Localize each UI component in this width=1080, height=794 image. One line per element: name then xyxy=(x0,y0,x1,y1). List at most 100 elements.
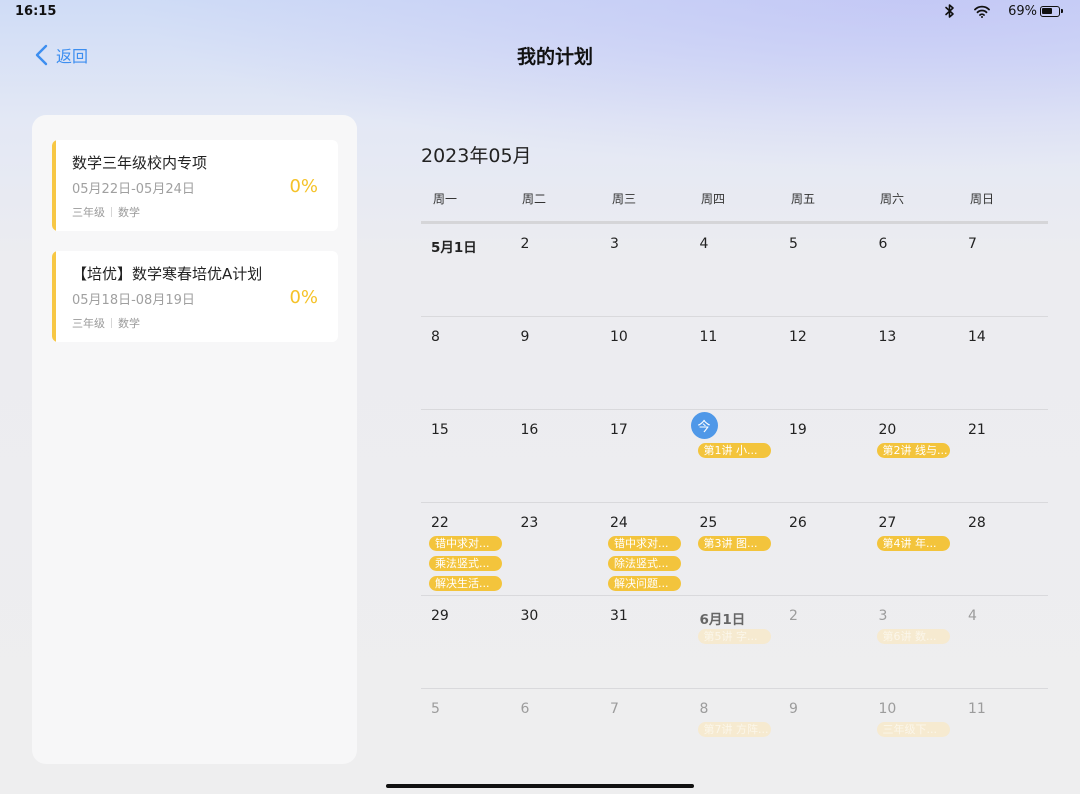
calendar-day-cell[interactable]: 20 第2讲 线与... xyxy=(869,410,959,503)
calendar-day-cell[interactable]: 5 xyxy=(421,689,511,782)
calendar-day-cell[interactable]: 15 xyxy=(421,410,511,503)
event-chip[interactable]: 第2讲 线与... xyxy=(876,443,950,458)
day-number: 7 xyxy=(610,701,619,717)
calendar-day-cell[interactable]: 14 xyxy=(958,317,1048,410)
event-chip[interactable]: 第4讲 年... xyxy=(876,536,950,551)
calendar-day-cell[interactable]: 2 xyxy=(511,224,601,317)
calendar-day-cell[interactable]: 24 错中求对... 除法竖式... 解决问题... xyxy=(600,503,690,596)
plan-card[interactable]: 【培优】数学寒春培优A计划 05月18日-08月19日 三年级 数学 0% xyxy=(52,251,338,342)
tag-divider xyxy=(111,318,112,328)
calendar-day-cell[interactable]: 21 xyxy=(958,410,1048,503)
weekday-label: 周五 xyxy=(791,192,816,206)
calendar-day-cell[interactable]: 今第1讲 小... xyxy=(690,410,780,503)
day-number: 6 xyxy=(520,701,530,717)
day-number: 7 xyxy=(968,236,977,252)
today-badge: 今 xyxy=(690,412,718,439)
event-chip[interactable]: 错中求对... xyxy=(429,536,502,551)
calendar-day-cell[interactable]: 12 xyxy=(779,317,869,410)
battery-icon xyxy=(1040,5,1063,17)
event-chip[interactable]: 乘法竖式... xyxy=(429,556,502,571)
plan-date-range: 05月22日-05月24日 xyxy=(72,182,195,197)
plan-grade-tag: 三年级 xyxy=(72,206,105,219)
calendar-day-cell[interactable]: 6月1日 第5讲 字... xyxy=(690,596,780,689)
plan-date-range: 05月18日-08月19日 xyxy=(72,293,195,308)
day-number: 9 xyxy=(789,701,798,717)
battery-fill xyxy=(1042,7,1052,14)
day-number: 24 xyxy=(610,515,628,531)
calendar-week-row: 29 30 31 6月1日 第5讲 字... 2 3 第6讲 数... 4 xyxy=(421,596,1048,689)
calendar-day-cell[interactable]: 3 第6讲 数... xyxy=(869,596,959,689)
calendar-day-cell[interactable]: 4 xyxy=(690,224,780,317)
event-chip[interactable]: 解决生活... xyxy=(429,576,502,591)
plan-card[interactable]: 数学三年级校内专项 05月22日-05月24日 三年级 数学 0% xyxy=(52,140,338,231)
day-number: 6 xyxy=(878,236,888,252)
day-number: 16 xyxy=(520,422,539,438)
bluetooth-icon xyxy=(945,4,954,18)
day-number: 3 xyxy=(610,236,619,252)
calendar-day-cell[interactable]: 27 第4讲 年... xyxy=(869,503,959,596)
weekday-label: 周日 xyxy=(970,192,995,206)
calendar-week-row: 5 6 7 8 第7讲 方阵... 9 10 三年级下... 11 xyxy=(421,689,1048,782)
day-number: 4 xyxy=(699,236,709,252)
calendar-day-cell[interactable]: 8 第7讲 方阵... xyxy=(690,689,780,782)
calendar-day-cell[interactable]: 5月1日 xyxy=(421,224,511,317)
calendar-day-cell[interactable]: 7 xyxy=(958,224,1048,317)
plan-subject-tag: 数学 xyxy=(118,206,140,219)
calendar-day-cell[interactable]: 5 xyxy=(779,224,869,317)
day-number: 8 xyxy=(699,701,709,717)
day-number: 13 xyxy=(878,329,897,345)
day-number: 2 xyxy=(520,236,530,252)
calendar-day-cell[interactable]: 23 xyxy=(511,503,601,596)
calendar-day-cell[interactable]: 16 xyxy=(511,410,601,503)
day-number: 8 xyxy=(431,329,440,345)
day-number: 9 xyxy=(520,329,530,345)
day-number: 11 xyxy=(968,701,986,717)
calendar-day-cell[interactable]: 9 xyxy=(511,317,601,410)
calendar-day-cell[interactable]: 10 xyxy=(600,317,690,410)
calendar-day-cell[interactable]: 28 xyxy=(958,503,1048,596)
plan-title: 【培优】数学寒春培优A计划 xyxy=(72,265,263,283)
calendar-day-cell[interactable]: 4 xyxy=(958,596,1048,689)
event-chip[interactable]: 解决问题... xyxy=(608,576,681,591)
calendar-day-cell[interactable]: 6 xyxy=(511,689,601,782)
day-number: 26 xyxy=(789,515,807,531)
plan-tags: 三年级 数学 xyxy=(72,315,140,331)
home-indicator[interactable] xyxy=(386,784,694,788)
calendar-day-cell[interactable]: 30 xyxy=(511,596,601,689)
day-number: 23 xyxy=(520,515,539,531)
calendar-day-cell[interactable]: 29 xyxy=(421,596,511,689)
calendar-day-cell[interactable]: 7 xyxy=(600,689,690,782)
event-chip[interactable]: 第1讲 小... xyxy=(697,443,771,458)
calendar-day-cell[interactable]: 31 xyxy=(600,596,690,689)
calendar-day-cell[interactable]: 25 第3讲 图... xyxy=(690,503,780,596)
day-number: 3 xyxy=(878,608,888,624)
day-number: 2 xyxy=(789,608,798,624)
plan-subject-tag: 数学 xyxy=(118,317,140,330)
plan-title: 数学三年级校内专项 xyxy=(72,154,208,172)
calendar-day-cell[interactable]: 6 xyxy=(869,224,959,317)
event-chip-upcoming[interactable]: 三年级下... xyxy=(876,722,950,737)
day-number: 21 xyxy=(968,422,986,438)
plan-progress: 0% xyxy=(289,287,318,308)
calendar-day-cell[interactable]: 8 xyxy=(421,317,511,410)
calendar-day-cell[interactable]: 9 xyxy=(779,689,869,782)
event-chip[interactable]: 第3讲 图... xyxy=(697,536,771,551)
event-chip-upcoming[interactable]: 第6讲 数... xyxy=(876,629,950,644)
calendar-day-cell[interactable]: 13 xyxy=(869,317,959,410)
calendar-day-cell[interactable]: 26 xyxy=(779,503,869,596)
calendar-day-cell[interactable]: 19 xyxy=(779,410,869,503)
calendar-grid: 5月1日 2 3 4 5 6 7 8 9 10 11 12 13 14 15 16 17 今第1讲 小... 19 2… xyxy=(421,224,1048,744)
day-number: 19 xyxy=(789,422,807,438)
day-number: 5月1日 xyxy=(431,240,477,256)
calendar-day-cell[interactable]: 11 xyxy=(690,317,780,410)
event-chip-upcoming[interactable]: 第7讲 方阵... xyxy=(697,722,771,737)
calendar-day-cell[interactable]: 22 错中求对... 乘法竖式... 解决生活... xyxy=(421,503,511,596)
calendar-day-cell[interactable]: 10 三年级下... xyxy=(869,689,959,782)
event-chip[interactable]: 错中求对... xyxy=(608,536,681,551)
calendar-day-cell[interactable]: 11 xyxy=(958,689,1048,782)
calendar-day-cell[interactable]: 3 xyxy=(600,224,690,317)
calendar-day-cell[interactable]: 2 xyxy=(779,596,869,689)
event-chip-upcoming[interactable]: 第5讲 字... xyxy=(697,629,771,644)
calendar-day-cell[interactable]: 17 xyxy=(600,410,690,503)
event-chip[interactable]: 除法竖式... xyxy=(608,556,681,571)
